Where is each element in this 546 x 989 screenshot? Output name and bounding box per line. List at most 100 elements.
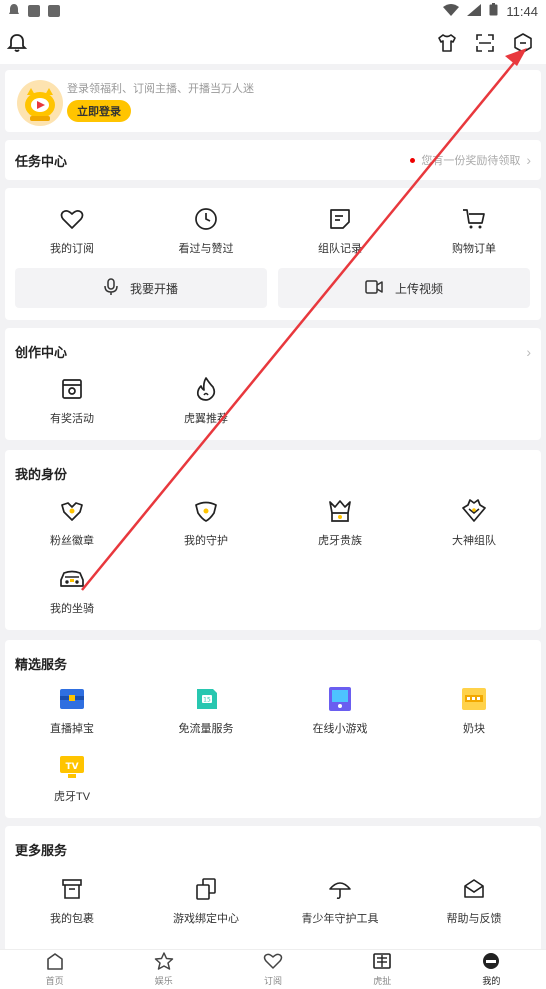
my-subscription-item[interactable]: 我的订阅 [5,206,139,256]
more-services-card: 更多服务 我的包裹 游戏绑定中心 青少年守护工具 帮助与反馈 [5,826,541,952]
item-label: 虎牙TV [53,791,91,803]
treasure-icon [58,686,86,712]
nav-subscription[interactable]: 订阅 [218,950,327,989]
login-card: 登录领福利、订阅主播、开播当万人迷 立即登录 [5,70,541,132]
item-label: 游戏绑定中心 [173,913,239,925]
signal-icon [467,3,482,19]
huya-tv-item[interactable]: TV 虎牙TV [5,754,139,804]
top-bar [0,22,546,64]
shield-icon [192,498,220,524]
car-icon [58,566,86,592]
nav-label: 虎扯 [373,976,392,986]
upload-video-button[interactable]: 上传视频 [278,268,530,308]
svg-text:TV: TV [65,762,78,772]
item-label: 虎翼推荐 [184,413,228,425]
nobility-item[interactable]: 虎牙贵族 [273,498,407,548]
nav-huche[interactable]: 虎扯 [328,950,437,989]
item-label: 组队记录 [318,243,362,255]
item-label: 我的订阅 [50,243,94,255]
app-icon [48,5,60,17]
umbrella-icon [328,876,352,902]
start-broadcast-button[interactable]: 我要开播 [15,268,267,308]
red-dot-badge [410,157,416,163]
creation-center-title: 创作中心 [15,345,68,360]
item-label: 购物订单 [452,243,496,255]
bell-icon[interactable] [6,32,28,54]
login-button[interactable]: 立即登录 [67,100,131,122]
my-mount-item[interactable]: 我的坐骑 [5,566,139,616]
fan-badge-item[interactable]: 粉丝徽章 [5,498,139,548]
help-feedback-item[interactable]: 帮助与反馈 [407,876,541,926]
game-bind-item[interactable]: 游戏绑定中心 [139,876,273,926]
nav-home[interactable]: 首页 [0,950,109,989]
live-treasure-item[interactable]: 直播掉宝 [5,686,139,736]
tv-icon: TV [58,754,86,780]
bind-icon [194,876,218,902]
nav-mine[interactable]: 我的 [437,950,546,989]
home-icon [45,952,65,972]
item-label: 青少年守护工具 [301,913,379,925]
nav-entertainment[interactable]: 娱乐 [109,950,218,989]
data-free-item[interactable]: 15 免流量服务 [139,686,273,736]
star-icon [154,952,174,972]
svg-text:15: 15 [203,697,211,704]
settings-icon[interactable] [512,32,534,54]
item-label: 看过与赞过 [178,243,234,255]
clock-time: 11:44 [506,3,538,19]
shirt-icon[interactable] [436,32,458,54]
team-record-item[interactable]: 组队记录 [273,206,407,256]
naikuai-item[interactable]: 奶块 [407,686,541,736]
pro-team-item[interactable]: 大神组队 [407,498,541,548]
package-icon [60,876,84,902]
item-label: 我的包裹 [50,913,94,925]
nav-label: 娱乐 [154,976,173,986]
identity-title: 我的身份 [15,467,68,482]
creation-center-card: 创作中心 › 有奖活动 虎翼推荐 [5,328,541,440]
item-label: 帮助与反馈 [446,913,502,925]
gift-box-icon [60,376,84,402]
reward-activity-item[interactable]: 有奖活动 [5,376,139,426]
item-label: 有奖活动 [50,413,94,425]
heart-icon [263,952,283,972]
crown-icon [326,498,354,524]
teen-guard-item[interactable]: 青少年守护工具 [273,876,407,926]
shopping-order-item[interactable]: 购物订单 [407,206,541,256]
my-package-item[interactable]: 我的包裹 [5,876,139,926]
nav-label: 订阅 [264,976,283,986]
broadcast-label: 我要开播 [129,281,178,296]
more-services-title: 更多服务 [15,843,68,858]
scan-icon[interactable] [474,32,496,54]
bottom-nav: 首页 娱乐 订阅 虎扯 我的 [0,949,546,989]
battery-icon [489,3,498,19]
item-label: 我的守护 [184,535,228,547]
task-hint: 您有一份奖励待领取 [421,155,521,167]
nav-label: 我的 [482,976,501,986]
app-icon [28,5,40,17]
microphone-icon [104,277,118,299]
avatar[interactable] [17,80,63,126]
task-center-row[interactable]: 任务中心 您有一份奖励待领取 › [5,140,541,180]
huche-icon [372,952,392,972]
item-label: 大神组队 [452,535,496,547]
item-label: 虎牙贵族 [318,535,362,547]
chevron-right-icon[interactable]: › [526,344,531,360]
clock-icon [194,206,218,232]
heart-icon [59,206,85,232]
diamond-icon [460,498,488,524]
profile-icon [481,952,501,972]
my-guard-item[interactable]: 我的守护 [139,498,273,548]
featured-services-title: 精选服务 [15,657,68,672]
fan-badge-icon [58,498,86,524]
history-item[interactable]: 看过与赞过 [139,206,273,256]
notification-icon [8,3,20,20]
huyi-recommend-item[interactable]: 虎翼推荐 [139,376,273,426]
game-icon [326,686,354,712]
naikuai-icon [460,686,488,712]
chevron-right-icon: › [526,152,531,168]
wifi-icon [443,3,460,19]
upload-label: 上传视频 [394,281,443,296]
video-camera-icon [365,279,383,297]
item-label: 奶块 [463,723,485,735]
mini-game-item[interactable]: 在线小游戏 [273,686,407,736]
item-label: 我的坐骑 [50,603,94,615]
